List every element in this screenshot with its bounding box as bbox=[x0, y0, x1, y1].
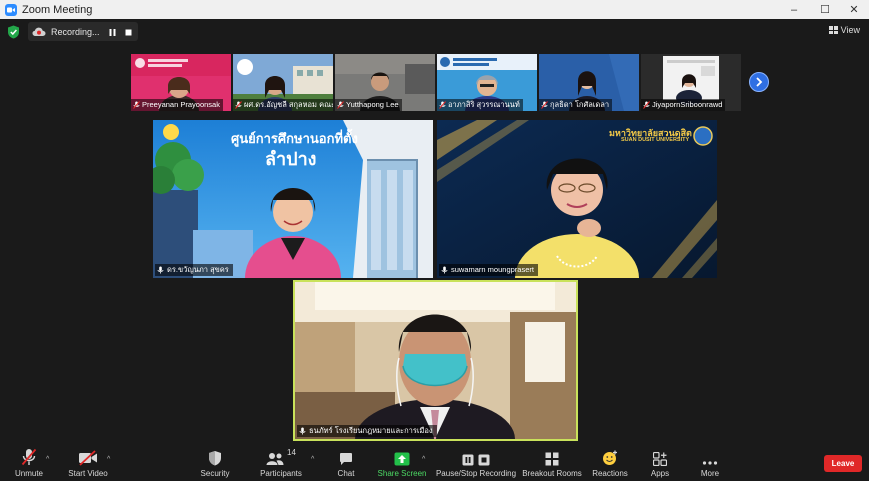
close-button[interactable]: ✕ bbox=[839, 0, 869, 19]
participants-icon: 14 bbox=[266, 448, 296, 466]
mic-icon bbox=[299, 427, 306, 435]
meeting-toolbar: Unmute ^ Start Video ^ Security 14 Parti… bbox=[0, 444, 869, 481]
breakout-rooms-icon bbox=[545, 448, 559, 466]
share-options-caret[interactable]: ^ bbox=[422, 456, 425, 463]
audio-options-caret[interactable]: ^ bbox=[46, 456, 49, 463]
chat-bubble-icon bbox=[339, 448, 353, 466]
participant-video bbox=[437, 120, 717, 278]
muted-mic-icon bbox=[337, 101, 344, 109]
active-speaker-tile[interactable]: ธนภัทร์ โรงเรียนกฎหมายและการเมือง bbox=[293, 280, 578, 441]
participants-button[interactable]: 14 Participants bbox=[260, 448, 302, 478]
muted-microphone-icon bbox=[21, 448, 37, 466]
maximize-button[interactable]: ☐ bbox=[810, 0, 840, 19]
start-video-button[interactable]: Start Video bbox=[67, 448, 109, 478]
emoji-smile-icon bbox=[602, 448, 618, 466]
apps-icon bbox=[653, 448, 667, 466]
more-button[interactable]: More bbox=[697, 448, 723, 478]
participants-count: 14 bbox=[287, 448, 296, 457]
participant-name-tag: Preeyanan Prayoonsak bbox=[131, 99, 223, 111]
unmute-button[interactable]: Unmute bbox=[14, 448, 44, 478]
leave-button[interactable]: Leave bbox=[824, 455, 862, 472]
cloud-recording-icon bbox=[32, 27, 46, 36]
university-logo-english: SUAN DUSIT UNIVERSITY bbox=[621, 137, 690, 143]
zoom-meeting-window: Zoom Meeting – ☐ ✕ Recording... View Pre… bbox=[0, 0, 869, 481]
participant-name-tag: JiyapornSriboonrawd bbox=[641, 99, 726, 111]
muted-mic-icon bbox=[541, 101, 548, 109]
zoom-app-icon bbox=[5, 3, 17, 16]
view-button[interactable]: View bbox=[828, 25, 860, 35]
participant-name-tag: ธนภัทร์ โรงเรียนกฎหมายและการเมือง bbox=[297, 425, 437, 437]
title-bar: Zoom Meeting – ☐ ✕ bbox=[0, 0, 869, 19]
chat-button[interactable]: Chat bbox=[333, 448, 359, 478]
participant-name-tag: ผศ.ดร.อัญชลี สกุลหอม คณะ... bbox=[233, 99, 333, 111]
next-page-button[interactable] bbox=[749, 72, 769, 92]
minimize-button[interactable]: – bbox=[779, 0, 809, 19]
security-button[interactable]: Security bbox=[198, 448, 232, 478]
pause-recording-icon[interactable] bbox=[106, 26, 118, 38]
reactions-button[interactable]: Reactions bbox=[592, 448, 628, 478]
view-label: View bbox=[840, 25, 860, 35]
stop-icon bbox=[478, 454, 490, 466]
share-screen-button[interactable]: Share Screen bbox=[378, 448, 426, 478]
participants-options-caret[interactable]: ^ bbox=[311, 456, 314, 463]
share-screen-icon bbox=[394, 448, 410, 466]
participant-name-tag: Yutthapong Lee bbox=[335, 99, 402, 111]
participant-thumbnail[interactable]: Preeyanan Prayoonsak bbox=[131, 54, 231, 111]
recording-label: Recording... bbox=[51, 26, 100, 37]
participant-thumbnail[interactable]: Yutthapong Lee bbox=[335, 54, 435, 111]
participant-name-tag: suwamarn moungprasert bbox=[439, 264, 538, 276]
chevron-right-icon bbox=[756, 77, 763, 87]
banner-text-line2: ลำปาง bbox=[265, 149, 317, 169]
participant-thumbnail[interactable]: อาภาสิริ สุวรรณานนท์ bbox=[437, 54, 537, 111]
muted-mic-icon bbox=[133, 101, 140, 109]
participant-thumbnail[interactable]: ผศ.ดร.อัญชลี สกุลหอม คณะ... bbox=[233, 54, 333, 111]
participant-video bbox=[295, 282, 576, 439]
participant-name-tag: อาภาสิริ สุวรรณานนท์ bbox=[437, 99, 523, 111]
participant-video-tile[interactable]: มหาวิทยาลัยสวนดุสิต SUAN DUSIT UNIVERSIT… bbox=[437, 120, 717, 278]
participant-video-tile[interactable]: ศูนย์การศึกษานอกที่ตั้ง ลำปาง ดร.ขวัญนภา… bbox=[153, 120, 433, 278]
mic-icon bbox=[157, 266, 164, 274]
participant-thumbnail[interactable]: กุลธิดา โกศัลเดลา bbox=[539, 54, 639, 111]
shield-icon bbox=[208, 448, 222, 466]
muted-mic-icon bbox=[643, 101, 650, 109]
participant-thumbnail[interactable]: JiyapornSriboonrawd bbox=[641, 54, 741, 111]
pause-stop-icons bbox=[462, 448, 490, 466]
mic-icon bbox=[441, 266, 448, 274]
video-off-icon bbox=[78, 448, 98, 466]
grid-view-icon bbox=[828, 26, 838, 34]
breakout-rooms-button[interactable]: Breakout Rooms bbox=[522, 448, 582, 478]
security-shield-icon[interactable] bbox=[7, 25, 20, 39]
muted-mic-icon bbox=[439, 101, 446, 109]
stop-recording-icon[interactable] bbox=[122, 26, 134, 38]
recording-indicator: Recording... bbox=[28, 22, 138, 41]
pause-stop-recording-button[interactable]: Pause/Stop Recording bbox=[436, 448, 516, 478]
more-dots-icon bbox=[702, 448, 718, 466]
participant-name-tag: ดร.ขวัญนภา สุขคร bbox=[155, 264, 233, 276]
window-title: Zoom Meeting bbox=[22, 3, 93, 16]
apps-button[interactable]: Apps bbox=[648, 448, 672, 478]
video-options-caret[interactable]: ^ bbox=[107, 456, 110, 463]
muted-mic-icon bbox=[235, 101, 242, 109]
participant-name-tag: กุลธิดา โกศัลเดลา bbox=[539, 99, 613, 111]
pause-icon bbox=[462, 454, 474, 466]
